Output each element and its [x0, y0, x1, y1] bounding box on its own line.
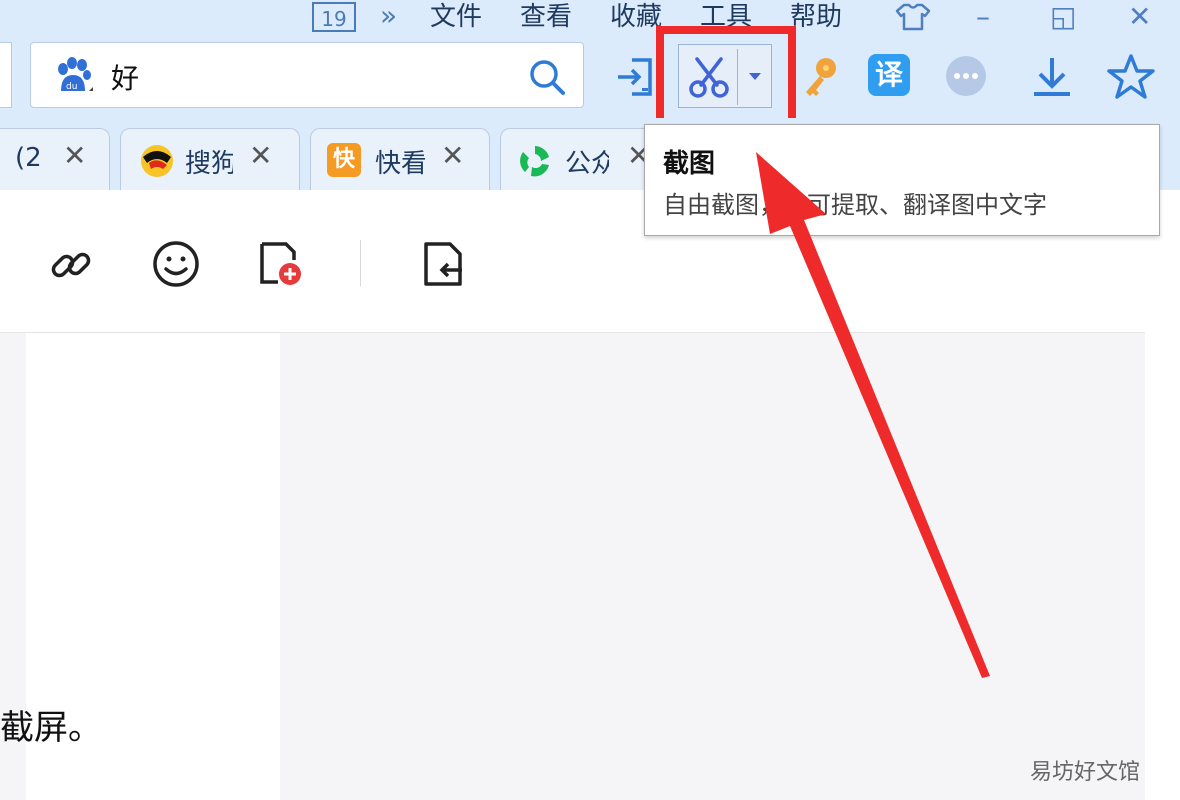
watermark: 易坊好文馆	[1030, 760, 1141, 785]
skin-icon[interactable]	[892, 2, 934, 32]
close-tab-icon[interactable]: ✕	[249, 139, 272, 172]
search-icon[interactable]	[527, 57, 567, 97]
menu-view[interactable]: 查看	[520, 0, 572, 34]
tooltip-title: 截图	[663, 149, 716, 179]
calendar-badge[interactable]: 19	[312, 2, 356, 32]
article-text: 截屏。	[0, 708, 102, 748]
menu-bar: 19 » 文件 查看 收藏 工具 帮助 – ◱ ✕	[0, 0, 1180, 40]
tab-2[interactable]: 搜狗 ✕	[120, 128, 300, 190]
menu-help[interactable]: 帮助	[790, 0, 842, 34]
close-tab-icon[interactable]: ✕	[63, 139, 86, 172]
editor-body-background	[280, 333, 1145, 800]
tab-label: 快看	[375, 149, 425, 179]
baidu-paw-icon[interactable]: du	[53, 57, 95, 97]
wechat-public-icon	[520, 146, 549, 177]
tab-1[interactable]: (2 ✕	[0, 128, 110, 190]
tab-3[interactable]: 快 快看 ✕	[310, 128, 490, 190]
login-icon[interactable]	[614, 54, 660, 100]
close-tab-icon[interactable]: ✕	[441, 139, 464, 172]
menu-file[interactable]: 文件	[430, 0, 482, 34]
tooltip-description: 自由截图，并可提取、翻译图中文字	[663, 191, 1047, 219]
kuai-icon: 快	[327, 143, 361, 177]
download-icon[interactable]	[1030, 54, 1074, 100]
minimize-button[interactable]: –	[976, 0, 990, 34]
key-icon[interactable]	[800, 54, 840, 100]
add-image-icon[interactable]	[256, 240, 304, 288]
screenshot-tooltip: 截图 自由截图，并可提取、翻译图中文字	[644, 124, 1160, 236]
tab-label: (2	[15, 143, 42, 173]
emoji-icon[interactable]	[152, 240, 200, 288]
svg-text:du: du	[66, 82, 77, 92]
more-icon[interactable]	[944, 54, 988, 98]
star-icon[interactable]	[1106, 52, 1156, 102]
search-input[interactable]: du 好	[30, 42, 584, 108]
link-icon[interactable]	[48, 242, 94, 288]
restore-button[interactable]: ◱	[1050, 0, 1076, 34]
toolbar-separator	[360, 240, 361, 286]
tab-label: 公众	[565, 149, 609, 179]
address-bar[interactable]	[0, 42, 12, 108]
import-doc-icon[interactable]	[420, 240, 468, 288]
tab-4[interactable]: 公众 ✕	[500, 128, 660, 190]
sogou-icon	[141, 145, 173, 177]
close-button[interactable]: ✕	[1128, 0, 1151, 34]
tab-label: 搜狗	[185, 149, 233, 179]
search-query: 好	[111, 62, 140, 95]
menu-favorites[interactable]: 收藏	[610, 0, 662, 34]
more-menu-button[interactable]: »	[380, 0, 397, 32]
highlight-box	[656, 26, 796, 130]
translate-icon[interactable]: 译	[868, 54, 910, 96]
